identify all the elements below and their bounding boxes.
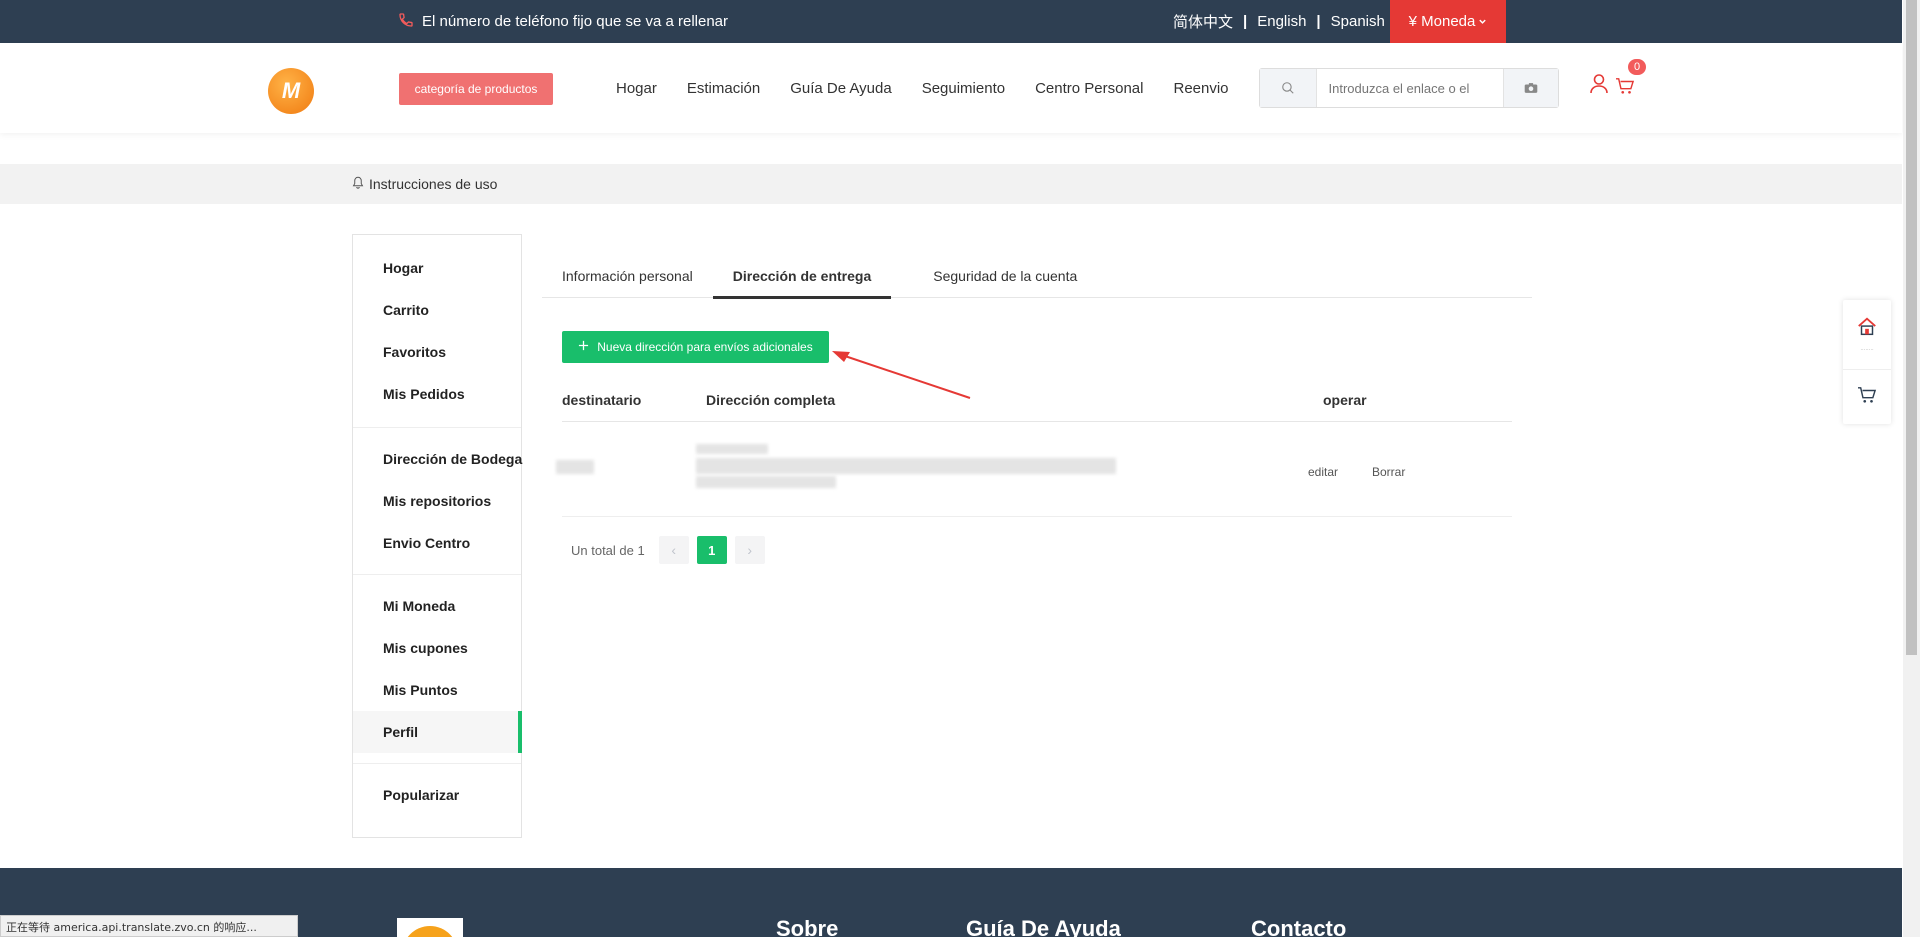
footer-heading-contact: Contacto [1251,916,1347,937]
separator: | [1316,13,1321,30]
phone-icon [398,12,414,32]
sidebar-item-points[interactable]: Mis Puntos [353,669,521,711]
phone-info: El número de teléfono fijo que se va a r… [398,0,728,43]
lang-es[interactable]: Spanish [1331,13,1385,30]
sidebar-group-general: Hogar Carrito Favoritos Mis Pedidos [353,235,521,428]
prev-page-button[interactable]: ‹ [658,536,689,564]
nav-item-personal-center[interactable]: Centro Personal [1035,80,1143,97]
column-recipient: destinatario [562,392,642,408]
logo-letter: M [281,78,301,103]
lang-zh[interactable]: 简体中文 [1173,11,1233,32]
nav-item-help-guide[interactable]: Guía De Ayuda [790,80,891,97]
column-actions: operar [1323,392,1367,408]
scrollbar-thumb[interactable] [1906,0,1917,655]
sidebar-group-promote: Popularizar [353,764,521,826]
floating-home-button[interactable]: ········ [1843,300,1891,370]
house-icon [1856,316,1878,343]
bell-icon [352,176,364,192]
tab-personal-info[interactable]: Información personal [542,254,713,298]
blurred-recipient [556,460,594,474]
language-switcher: 简体中文 | English | Spanish [1173,0,1385,43]
table-header: destinatario Dirección completa operar [562,380,1512,422]
top-bar: El número de teléfono fijo que se va a r… [0,0,1902,43]
notice-text[interactable]: Instrucciones de uso [369,176,497,192]
blurred-address-line [696,444,768,454]
browser-status-bar: 正在等待 america.api.translate.zvo.cn 的响应... [0,915,298,937]
footer-heading-help: Guía De Ayuda [966,916,1121,937]
sidebar-item-cart[interactable]: Carrito [353,289,521,331]
sidebar-item-coupons[interactable]: Mis cupones [353,627,521,669]
phone-text: El número de teléfono fijo que se va a r… [422,13,729,30]
sidebar-item-profile[interactable]: Perfil [353,711,522,753]
sidebar-item-home[interactable]: Hogar [353,247,521,289]
nav-item-tracking[interactable]: Seguimiento [922,80,1005,97]
sidebar-item-repositories[interactable]: Mis repositorios [353,480,521,522]
blurred-address-line [696,458,1116,474]
sidebar-group-account: Mi Moneda Mis cupones Mis Puntos Perfil [353,575,522,764]
tab-delivery-address[interactable]: Dirección de entrega [712,254,892,299]
tab-account-security[interactable]: Seguridad de la cuenta [913,254,1097,298]
profile-tabs: Información personal Dirección de entreg… [542,254,1532,299]
sidebar-item-warehouse-address[interactable]: Dirección de Bodega [353,438,522,480]
sidebar-item-orders[interactable]: Mis Pedidos [353,373,521,415]
main-nav: Hogar Estimación Guía De Ayuda Seguimien… [616,43,1229,133]
sidebar-item-shipping-center[interactable]: Envio Centro [353,522,521,564]
floating-phone-text: ········ [1860,347,1874,353]
sidebar-item-my-currency[interactable]: Mi Moneda [353,585,521,627]
page-number-current[interactable]: 1 [696,536,727,564]
delete-link[interactable]: Borrar [1372,465,1405,479]
lang-en[interactable]: English [1257,13,1306,30]
floating-toolbar: ········ [1843,300,1891,424]
camera-icon[interactable] [1502,69,1558,107]
edit-link[interactable]: editar [1308,465,1338,479]
pagination-total: Un total de 1 [571,542,645,558]
cart-count-badge: 0 [1628,59,1646,75]
cart-icon[interactable] [1615,77,1635,100]
next-page-button[interactable]: › [734,536,765,564]
chevron-down-icon [1478,13,1487,30]
column-full-address: Dirección completa [706,392,836,408]
nav-item-home[interactable]: Hogar [616,80,657,97]
blurred-address-line [696,476,836,488]
nav-item-estimate[interactable]: Estimación [687,80,760,97]
table-row: editar Borrar [556,422,1512,517]
site-header: M categoría de productos Hogar Estimació… [0,43,1902,133]
nav-item-forwarding[interactable]: Reenvio [1173,80,1228,97]
cart-icon [1857,386,1877,409]
currency-label: ¥ Moneda [1408,13,1476,30]
user-icon[interactable] [1589,73,1609,100]
account-sidebar: Hogar Carrito Favoritos Mis Pedidos Dire… [352,234,522,838]
footer-logo [397,918,463,937]
notice-bar: Instrucciones de uso [0,164,1902,204]
site-logo[interactable]: M [268,68,314,114]
sidebar-item-popularize[interactable]: Popularizar [353,774,521,816]
sidebar-group-warehouse: Dirección de Bodega Mis repositorios Env… [353,428,522,575]
currency-dropdown[interactable]: ¥ Moneda [1390,0,1506,43]
add-address-label: Nueva dirección para envíos adicionales [597,340,813,354]
search-icon[interactable] [1260,69,1317,107]
address-table: destinatario Dirección completa operar e… [556,380,1512,517]
separator: | [1243,13,1248,30]
sidebar-item-favorites[interactable]: Favoritos [353,331,521,373]
pagination: Un total de 1 ‹ 1 › [571,536,765,564]
search-bar [1259,68,1559,108]
floating-cart-button[interactable] [1843,370,1891,424]
search-input[interactable] [1316,69,1503,107]
add-address-button[interactable]: Nueva dirección para envíos adicionales [562,331,829,363]
category-button[interactable]: categoría de productos [399,73,553,105]
footer-heading-about: Sobre [776,916,839,937]
page-scrollbar[interactable] [1903,0,1920,937]
plus-icon [578,340,589,354]
